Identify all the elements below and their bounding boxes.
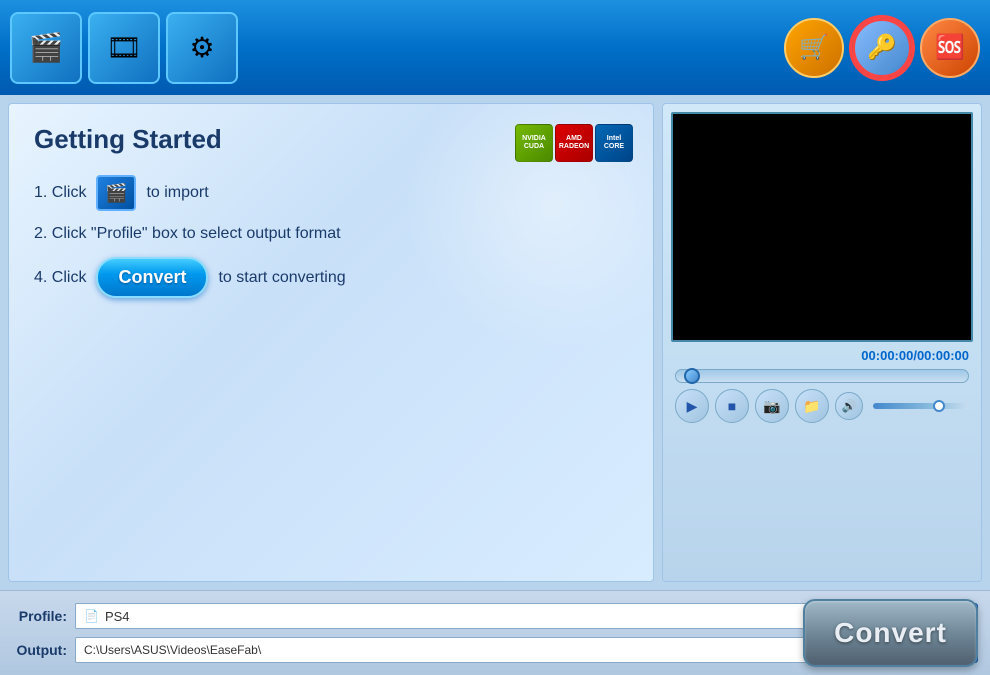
right-panel: 00:00:00/00:00:00 ▶ ■ 📷 📁 🔊 (662, 103, 982, 582)
output-label: Output: (12, 642, 67, 658)
step-1-prefix: 1. Click (34, 184, 86, 202)
profile-select[interactable]: 📄 PS4 (75, 603, 873, 629)
profile-label: Profile: (12, 608, 67, 624)
key-icon: 🔑 (867, 33, 897, 62)
convert-inline-button[interactable]: Convert (96, 257, 208, 298)
stop-button[interactable]: ■ (715, 389, 749, 423)
bottom-bar: Profile: 📄 PS4 ▼ Settings Output: C:\Use… (0, 590, 990, 675)
snapshot-button[interactable]: 📷 (755, 389, 789, 423)
step-1-suffix: to import (146, 184, 208, 202)
left-panel: NVIDIACUDA AMDRADEON IntelCORE Getting S… (8, 103, 654, 582)
help-icon: 🆘 (935, 33, 965, 62)
volume-thumb[interactable] (933, 400, 945, 412)
toolbar-left: 🎬 🎞 ⚙ (10, 12, 238, 84)
cart-icon: 🛒 (799, 33, 829, 62)
toolbar-right: 🛒 🔑 🆘 (784, 18, 980, 78)
settings-icon: ⚙ (189, 31, 214, 64)
edit-video-icon: 🎞 (106, 31, 142, 64)
step-4-suffix: to start converting (218, 269, 345, 287)
tech-badges: NVIDIACUDA AMDRADEON IntelCORE (515, 124, 633, 162)
volume-icon: 🔊 (842, 399, 857, 413)
help-button[interactable]: 🆘 (920, 18, 980, 78)
camera-icon: 📷 (763, 398, 780, 415)
step-2: 2. Click "Profile" box to select output … (34, 225, 628, 243)
profile-value: PS4 (105, 609, 130, 624)
convert-main-label: Convert (834, 617, 947, 649)
seek-bar[interactable] (675, 369, 969, 383)
buy-button[interactable]: 🛒 (784, 18, 844, 78)
output-path-display: C:\Users\ASUS\Videos\EaseFab\ (75, 637, 876, 663)
film-add-icon: 🎬 (105, 183, 127, 204)
main-content: NVIDIACUDA AMDRADEON IntelCORE Getting S… (0, 95, 990, 590)
play-icon: ▶ (687, 398, 698, 415)
amd-badge: AMDRADEON (555, 124, 593, 162)
convert-inline-label: Convert (118, 267, 186, 288)
seek-bar-container (671, 369, 973, 383)
step-4: 4. Click Convert to start converting (34, 257, 628, 298)
folder-button[interactable]: 📁 (795, 389, 829, 423)
settings-button[interactable]: ⚙ (166, 12, 238, 84)
intel-badge: IntelCORE (595, 124, 633, 162)
add-video-icon: 🎬 (29, 31, 64, 64)
convert-main-button[interactable]: Convert (803, 599, 978, 667)
video-preview (671, 112, 973, 342)
profile-select-container: 📄 PS4 ▼ (75, 603, 897, 629)
cuda-badge: NVIDIACUDA (515, 124, 553, 162)
play-button[interactable]: ▶ (675, 389, 709, 423)
step-2-text: 2. Click "Profile" box to select output … (34, 225, 341, 243)
output-path-text: C:\Users\ASUS\Videos\EaseFab\ (84, 643, 261, 657)
edit-video-button[interactable]: 🎞 (88, 12, 160, 84)
stop-icon: ■ (728, 398, 736, 414)
import-icon-button[interactable]: 🎬 (96, 175, 136, 211)
step-1: 1. Click 🎬 to import (34, 175, 628, 211)
time-display: 00:00:00/00:00:00 (671, 348, 973, 363)
volume-bar[interactable] (873, 403, 969, 409)
folder-icon: 📁 (803, 398, 820, 415)
seek-thumb[interactable] (684, 368, 700, 384)
step-4-prefix: 4. Click (34, 269, 86, 287)
profile-file-icon: 📄 (84, 609, 99, 623)
register-button[interactable]: 🔑 (852, 18, 912, 78)
playback-controls: ▶ ■ 📷 📁 🔊 (671, 389, 973, 423)
add-video-button[interactable]: 🎬 (10, 12, 82, 84)
toolbar: 🎬 🎞 ⚙ 🛒 🔑 🆘 (0, 0, 990, 95)
volume-button[interactable]: 🔊 (835, 392, 863, 420)
